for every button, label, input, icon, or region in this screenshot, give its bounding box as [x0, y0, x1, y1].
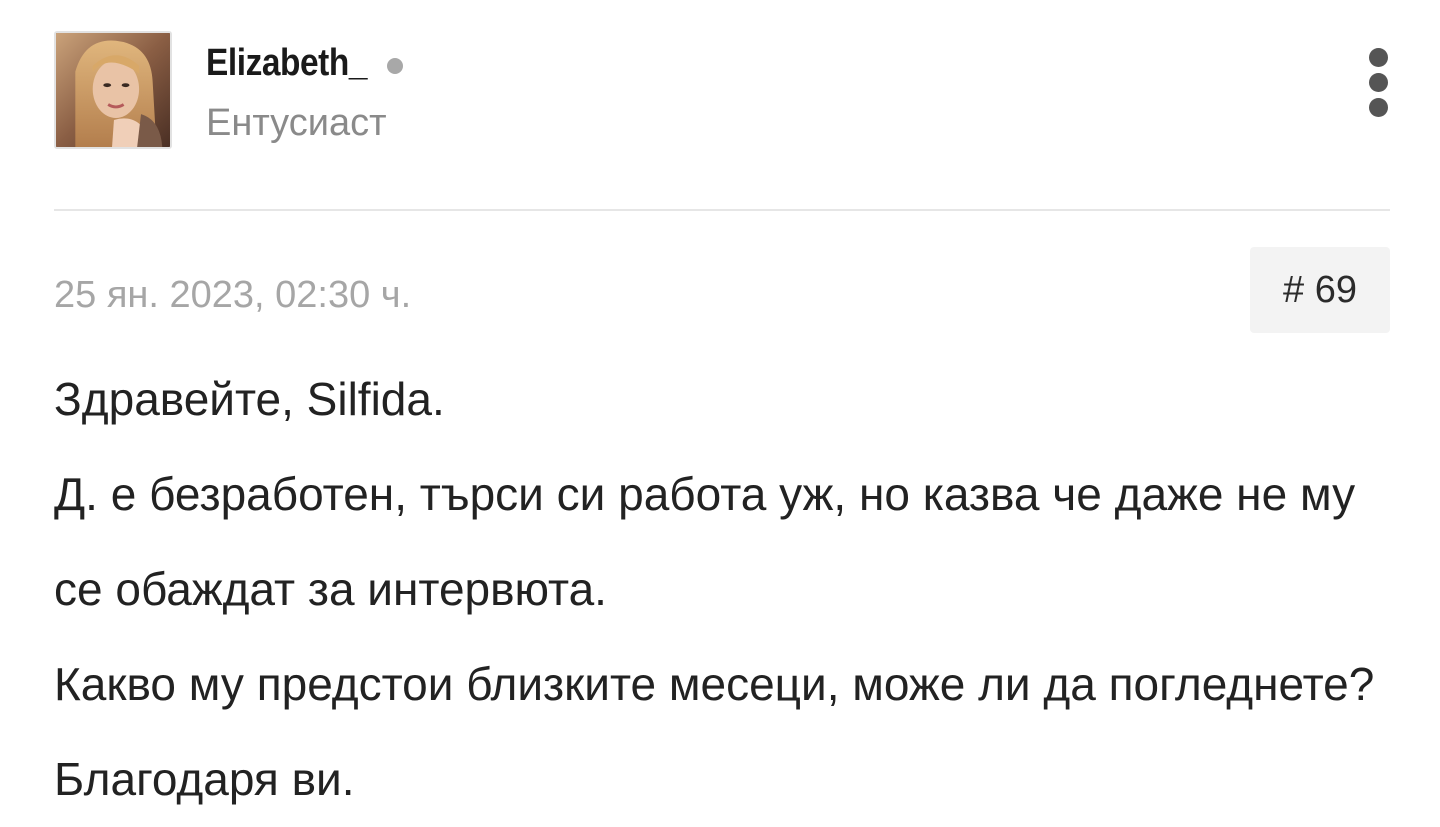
forum-post: Elizabeth_ Ентусиаст 25 ян. 2023, 02:30 … [0, 0, 1440, 809]
post-number-link[interactable]: # 69 [1250, 247, 1390, 333]
menu-dot [1369, 73, 1388, 92]
avatar[interactable] [54, 31, 172, 149]
post-timestamp: 25 ян. 2023, 02:30 ч. [54, 274, 412, 316]
author-rank: Ентусиаст [206, 102, 387, 144]
divider [54, 209, 1390, 211]
status-dot-icon [386, 58, 403, 74]
menu-dot [1369, 48, 1388, 67]
avatar-image [56, 33, 170, 147]
more-vertical-icon[interactable] [1360, 44, 1400, 120]
post-paragraph: Какво му предстои близките месеци, може … [54, 658, 1375, 805]
author-name[interactable]: Elizabeth_ [206, 42, 367, 85]
post-paragraph: Здравейте, Silfida. [54, 373, 445, 425]
post-body: Здравейте, Silfida. Д. е безработен, тър… [54, 352, 1394, 827]
post-paragraph: Д. е безработен, търси си работа уж, но … [54, 468, 1356, 615]
menu-dot [1369, 98, 1388, 117]
author-header: Elizabeth_ [206, 38, 403, 88]
